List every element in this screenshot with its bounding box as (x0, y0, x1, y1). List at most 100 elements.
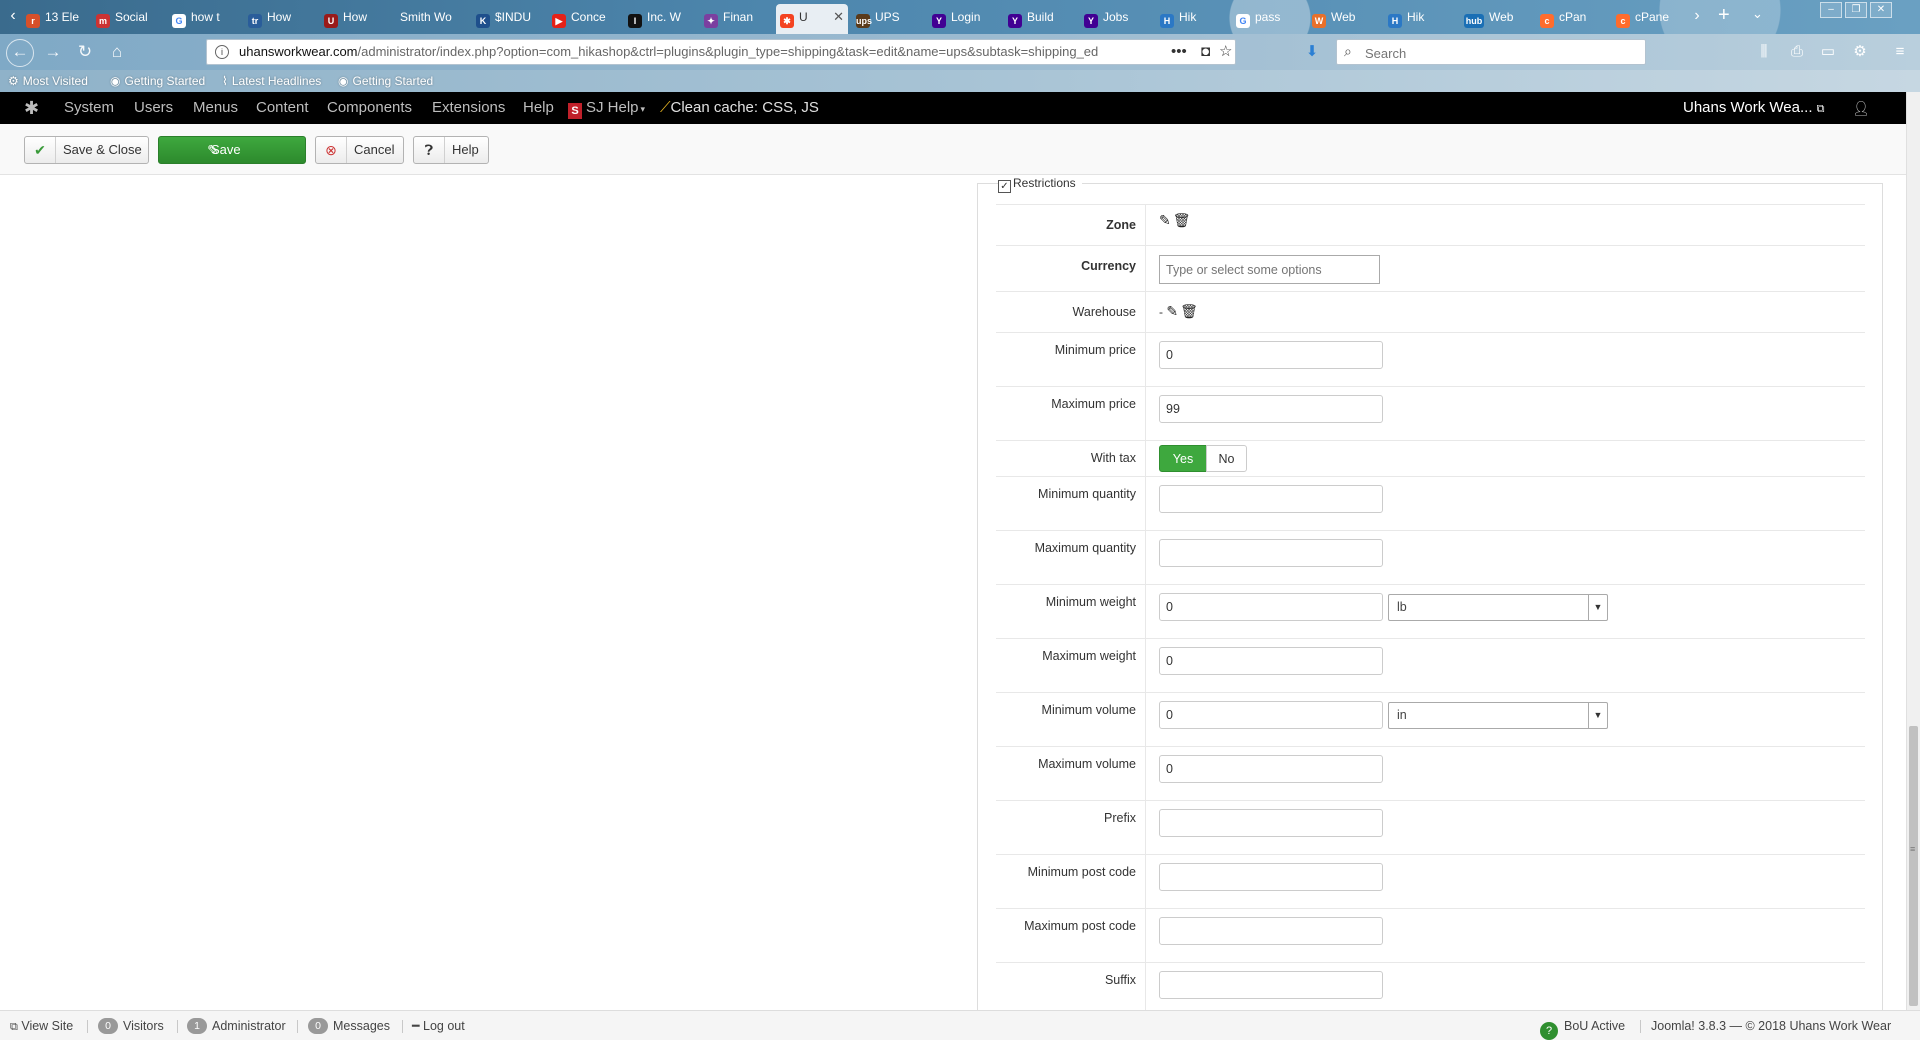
browser-tab[interactable]: ▶ Conce (548, 4, 624, 30)
chevron-down-icon[interactable]: ⌄ (1752, 6, 1763, 22)
settings-gear-icon[interactable]: ⚙ (1850, 42, 1870, 62)
user-icon[interactable]: 👤︎ (1852, 92, 1870, 124)
min-quantity-input[interactable] (1159, 485, 1383, 513)
browser-tab[interactable]: m Social (92, 4, 168, 30)
browser-tab[interactable]: K $INDU (472, 4, 548, 30)
browser-tab[interactable]: H Hik (1156, 4, 1232, 30)
browser-tab[interactable]: tr How (244, 4, 320, 30)
save-close-button[interactable]: ✔ Save & Close (24, 136, 149, 164)
pencil-edit-icon[interactable]: ✎ (1166, 292, 1178, 330)
max-postcode-input[interactable] (1159, 917, 1383, 945)
view-site-link[interactable]: ⧉ View Site (10, 1011, 73, 1040)
menu-system[interactable]: System (64, 92, 114, 124)
tab-scroll-left-icon[interactable]: ‹ (4, 6, 22, 26)
min-weight-input[interactable] (1159, 593, 1383, 621)
volume-unit-select[interactable]: in ▼ (1388, 702, 1608, 729)
menu-menus[interactable]: Menus (193, 92, 238, 124)
browser-tab[interactable]: W Web (1308, 4, 1384, 30)
administrator-status[interactable]: 1 Administrator (187, 1011, 286, 1040)
weight-unit-select[interactable]: lb ▼ (1388, 594, 1608, 621)
search-input[interactable] (1363, 42, 1637, 64)
prefix-input[interactable] (1159, 809, 1383, 837)
url-text[interactable]: uhansworkwear.com/administrator/index.ph… (239, 40, 1189, 64)
menu-help[interactable]: Help (523, 92, 554, 124)
bookmark-getting-started-2[interactable]: ◉ Getting Started (338, 70, 433, 92)
library-icon[interactable]: ⫼ (1754, 42, 1774, 62)
max-volume-input[interactable] (1159, 755, 1383, 783)
max-quantity-input[interactable] (1159, 539, 1383, 567)
reload-icon[interactable]: ↻ (72, 40, 98, 64)
print-icon[interactable]: ⎙ (1787, 42, 1807, 62)
menu-extensions[interactable]: Extensions (432, 92, 505, 124)
with-tax-no-button[interactable]: No (1206, 445, 1247, 472)
min-postcode-input[interactable] (1159, 863, 1383, 891)
browser-tab-active[interactable]: ✱ U ✕ (776, 4, 848, 34)
save-button[interactable]: ✎ Save (158, 136, 306, 164)
menu-components[interactable]: Components (327, 92, 412, 124)
min-price-input[interactable] (1159, 341, 1383, 369)
with-tax-yes-button[interactable]: Yes (1159, 445, 1207, 472)
menu-content[interactable]: Content (256, 92, 309, 124)
browser-tab[interactable]: H Hik (1384, 4, 1460, 30)
browser-tab[interactable]: Smith Wo (396, 4, 472, 30)
browser-tab[interactable]: hub Web (1460, 4, 1536, 30)
new-tab-icon[interactable]: + (1718, 4, 1730, 27)
restrictions-checkbox[interactable]: ✓ (998, 180, 1011, 193)
browser-tab[interactable]: ✦ Finan (700, 4, 776, 30)
browser-tab[interactable]: Y Login (928, 4, 1004, 30)
menu-clean-cache[interactable]: ⟋Clean cache: CSS, JS (660, 92, 819, 124)
page-actions-icon[interactable]: ••• (1171, 40, 1187, 64)
max-price-input[interactable] (1159, 395, 1383, 423)
browser-tab[interactable]: c cPane (1612, 4, 1688, 30)
bookmark-most-visited[interactable]: ⚙ Most Visited (8, 70, 88, 92)
close-tab-icon[interactable]: ✕ (833, 4, 844, 30)
bookmark-star-icon[interactable]: ☆ (1219, 40, 1232, 64)
messages-status[interactable]: 0 Messages (308, 1011, 390, 1040)
zone-label: Zone (996, 205, 1146, 245)
suffix-input[interactable] (1159, 971, 1383, 999)
help-button[interactable]: ❓︎ Help (413, 136, 489, 164)
page-scrollbar[interactable]: ≡ (1906, 92, 1920, 1010)
search-bar[interactable]: ⌕ (1336, 39, 1646, 65)
pencil-edit-icon[interactable]: ✎ (1159, 205, 1171, 235)
browser-tab[interactable]: U How (320, 4, 396, 30)
url-bar[interactable]: i uhansworkwear.com/administrator/index.… (206, 39, 1236, 65)
site-name-link[interactable]: Uhans Work Wea... ⧉ (1683, 92, 1825, 125)
visitors-status[interactable]: 0 Visitors (98, 1011, 164, 1040)
browser-tab[interactable]: Y Build (1004, 4, 1080, 30)
max-weight-input[interactable] (1159, 647, 1383, 675)
minimize-icon[interactable]: – (1820, 2, 1842, 18)
menu-hamburger-icon[interactable]: ≡ (1890, 42, 1910, 62)
back-arrow-icon[interactable]: ← (6, 39, 34, 67)
bookmark-latest-headlines[interactable]: ⌇ Latest Headlines (222, 70, 321, 92)
download-icon[interactable]: ⬇ (1302, 42, 1322, 62)
pocket-icon[interactable]: ◘ (1201, 40, 1210, 64)
home-icon[interactable]: ⌂ (104, 40, 130, 64)
bookmark-getting-started[interactable]: ◉ Getting Started (110, 70, 205, 92)
cancel-button[interactable]: ⊗ Cancel (315, 136, 404, 164)
close-window-icon[interactable]: ✕ (1870, 2, 1892, 18)
browser-tab[interactable]: r 13 Ele (22, 4, 98, 30)
trash-icon[interactable]: 🗑︎ (1180, 292, 1198, 330)
scrollbar-thumb[interactable] (1909, 726, 1918, 1006)
sidebar-icon[interactable]: ▭ (1818, 42, 1838, 62)
bou-status[interactable]: ? BoU Active (1540, 1011, 1625, 1040)
browser-tab[interactable]: I Inc. W (624, 4, 700, 30)
menu-users[interactable]: Users (134, 92, 173, 124)
logout-link[interactable]: ━ Log out (412, 1011, 465, 1040)
min-volume-input[interactable] (1159, 701, 1383, 729)
browser-tab[interactable]: ups UPS (852, 4, 928, 30)
browser-tab[interactable]: Gpass (1232, 4, 1308, 30)
browser-tab[interactable]: Y Jobs (1080, 4, 1156, 30)
joomla-logo-icon[interactable]: ✱ (24, 98, 39, 118)
maximize-icon[interactable]: ❐ (1845, 2, 1867, 18)
menu-sj-help[interactable]: S SJ Help ▾ (568, 92, 645, 125)
forward-arrow-icon[interactable]: → (40, 40, 66, 64)
browser-tab[interactable]: c cPan (1536, 4, 1612, 30)
suffix-label: Suffix (996, 963, 1146, 1010)
browser-tab[interactable]: Ghow t (168, 4, 244, 30)
trash-icon[interactable]: 🗑︎ (1173, 205, 1191, 235)
currency-multiselect[interactable] (1159, 255, 1380, 284)
info-icon[interactable]: i (215, 45, 229, 59)
tab-scroll-right-icon[interactable]: › (1688, 6, 1706, 26)
